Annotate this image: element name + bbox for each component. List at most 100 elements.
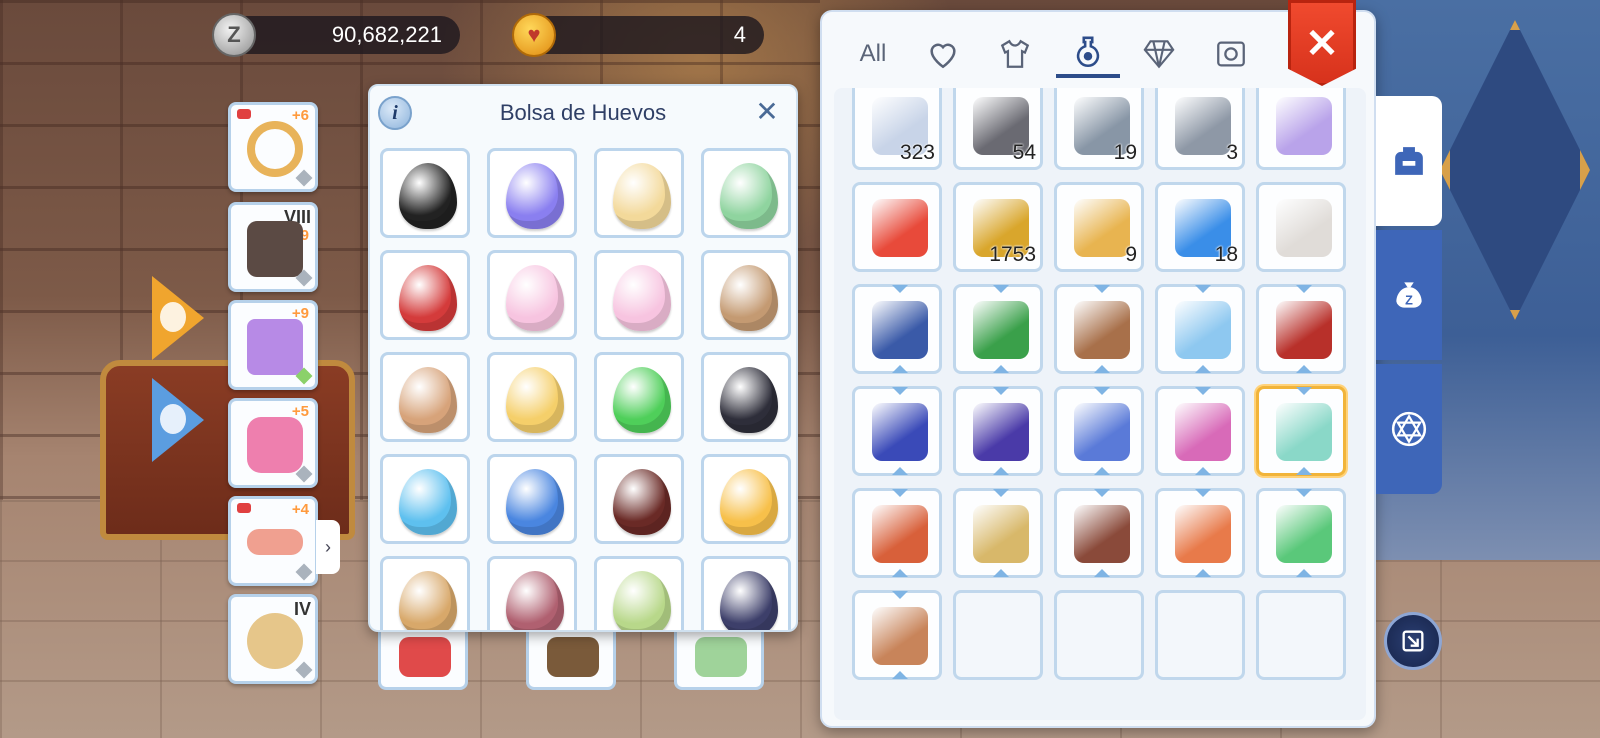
egg-slot[interactable] — [487, 454, 577, 544]
equip-slot-belt[interactable]: +4 — [228, 496, 318, 586]
egg-slot[interactable] — [701, 352, 791, 442]
inventory-slot[interactable] — [1155, 284, 1245, 374]
egg-slot[interactable] — [594, 454, 684, 544]
egg-grid — [380, 148, 796, 630]
black-cat-egg-icon — [720, 367, 778, 433]
inventory-slot[interactable] — [852, 590, 942, 680]
egg-slot[interactable] — [487, 148, 577, 238]
inventory-slot[interactable] — [852, 284, 942, 374]
card-icon — [1217, 41, 1245, 67]
egg-slot[interactable] — [701, 250, 791, 340]
egg-slot[interactable] — [701, 556, 791, 630]
minimize-button[interactable] — [1384, 612, 1442, 670]
egg-bag-panel: i Bolsa de Huevos ✕ — [368, 84, 798, 632]
item-quantity: 323 — [899, 141, 935, 164]
expand-equipment-chevron-icon[interactable]: › — [316, 520, 340, 574]
refine-level: +6 — [291, 107, 309, 124]
inventory-grid: 323 54 19 3 1753 9 18 — [852, 88, 1346, 680]
potion-icon — [1076, 36, 1100, 68]
inventory-slot[interactable] — [1054, 488, 1144, 578]
fairy-icon — [695, 637, 747, 677]
egg-slot[interactable] — [701, 148, 791, 238]
tab-equipment[interactable] — [984, 30, 1046, 78]
inventory-slot[interactable] — [1155, 488, 1245, 578]
leather-book-icon — [1074, 505, 1130, 563]
inventory-slot[interactable]: 18 — [1155, 182, 1245, 272]
empty-inventory-slot[interactable] — [1256, 590, 1346, 680]
dragon-eye-egg-icon — [613, 469, 671, 535]
empty-inventory-slot[interactable] — [1054, 590, 1144, 680]
tab-consumables[interactable] — [1056, 30, 1120, 78]
inventory-slot[interactable] — [953, 488, 1043, 578]
tab-all[interactable]: All — [842, 30, 904, 78]
inventory-close-button[interactable]: ✕ — [1288, 0, 1356, 86]
inventory-slot[interactable]: 19 — [1054, 88, 1144, 170]
egg-slot[interactable] — [701, 454, 791, 544]
egg-slot[interactable] — [594, 148, 684, 238]
egg-slot[interactable] — [594, 250, 684, 340]
egg-slot[interactable] — [380, 250, 470, 340]
inventory-slot[interactable]: 323 — [852, 88, 942, 170]
egg-slot[interactable] — [380, 454, 470, 544]
side-tab-craft[interactable] — [1376, 364, 1442, 494]
inventory-slot[interactable]: 1753 — [953, 182, 1043, 272]
green-spotted-egg-icon — [720, 163, 778, 229]
egg-slot[interactable] — [487, 352, 577, 442]
inventory-slot[interactable]: 54 — [953, 88, 1043, 170]
purple-ring-icon — [1276, 97, 1332, 155]
red-tome-icon — [1276, 301, 1332, 359]
inventory-slot[interactable] — [1054, 284, 1144, 374]
inventory-slot[interactable] — [1256, 88, 1346, 170]
inventory-slot[interactable]: 3 — [1155, 88, 1245, 170]
tab-gems[interactable] — [1128, 30, 1190, 78]
blue-case-icon — [872, 403, 928, 461]
equip-slot-accessory[interactable]: IV — [228, 594, 318, 684]
equip-slot-garment[interactable]: +9 — [228, 300, 318, 390]
egg-slot[interactable] — [380, 148, 470, 238]
inventory-scroll-area[interactable]: 323 54 19 3 1753 9 18 — [834, 88, 1366, 720]
inventory-slot[interactable]: 9 — [1054, 182, 1144, 272]
egg-slot[interactable] — [594, 352, 684, 442]
lock-pin-icon — [237, 109, 251, 119]
inventory-slot[interactable] — [852, 488, 942, 578]
spiked-egg-icon — [399, 367, 457, 433]
gold-crown-egg-icon — [613, 163, 671, 229]
egg-slot[interactable] — [487, 250, 577, 340]
inventory-slot[interactable] — [1256, 284, 1346, 374]
angel-statue-icon — [1276, 199, 1332, 257]
inventory-slot[interactable] — [852, 182, 942, 272]
equip-slot-armor[interactable]: VIII +9 — [228, 202, 318, 292]
inventory-slot[interactable] — [1256, 182, 1346, 272]
empty-inventory-slot[interactable] — [1155, 590, 1245, 680]
inventory-slot[interactable] — [1256, 488, 1346, 578]
inventory-slot[interactable] — [852, 386, 942, 476]
fire-antler-egg-icon — [720, 469, 778, 535]
egg-slot[interactable] — [487, 556, 577, 630]
equip-slot-shoes[interactable]: +5 — [228, 398, 318, 488]
pink-bunny-egg-icon — [506, 265, 564, 331]
empty-inventory-slot[interactable] — [953, 590, 1043, 680]
minimize-icon — [1402, 630, 1424, 652]
side-tab-backpack[interactable] — [1376, 96, 1442, 226]
moon-icon — [247, 613, 303, 669]
inventory-slot[interactable] — [953, 386, 1043, 476]
tab-cards[interactable] — [1200, 30, 1262, 78]
inventory-slot[interactable] — [1155, 386, 1245, 476]
egg-slot[interactable] — [380, 556, 470, 630]
inventory-slot[interactable] — [953, 284, 1043, 374]
close-icon[interactable]: ✕ — [752, 96, 782, 127]
zeny-counter: Z 90,682,221 — [212, 13, 460, 57]
brown-feather-egg-icon — [720, 265, 778, 331]
equip-slot-ring[interactable]: +6 — [228, 102, 318, 192]
inventory-slot[interactable] — [1256, 386, 1346, 476]
hexagram-icon — [1391, 411, 1427, 447]
armor-icon — [247, 221, 303, 277]
egg-slot[interactable] — [594, 556, 684, 630]
tab-favorites[interactable] — [912, 30, 974, 78]
belt-icon — [247, 529, 303, 555]
egg-slot[interactable] — [380, 352, 470, 442]
item-quantity: 9 — [1125, 243, 1137, 266]
egg-coin-amount: 4 — [733, 22, 746, 47]
inventory-slot[interactable] — [1054, 386, 1144, 476]
side-tab-zeny-bag[interactable]: Z — [1376, 230, 1442, 360]
